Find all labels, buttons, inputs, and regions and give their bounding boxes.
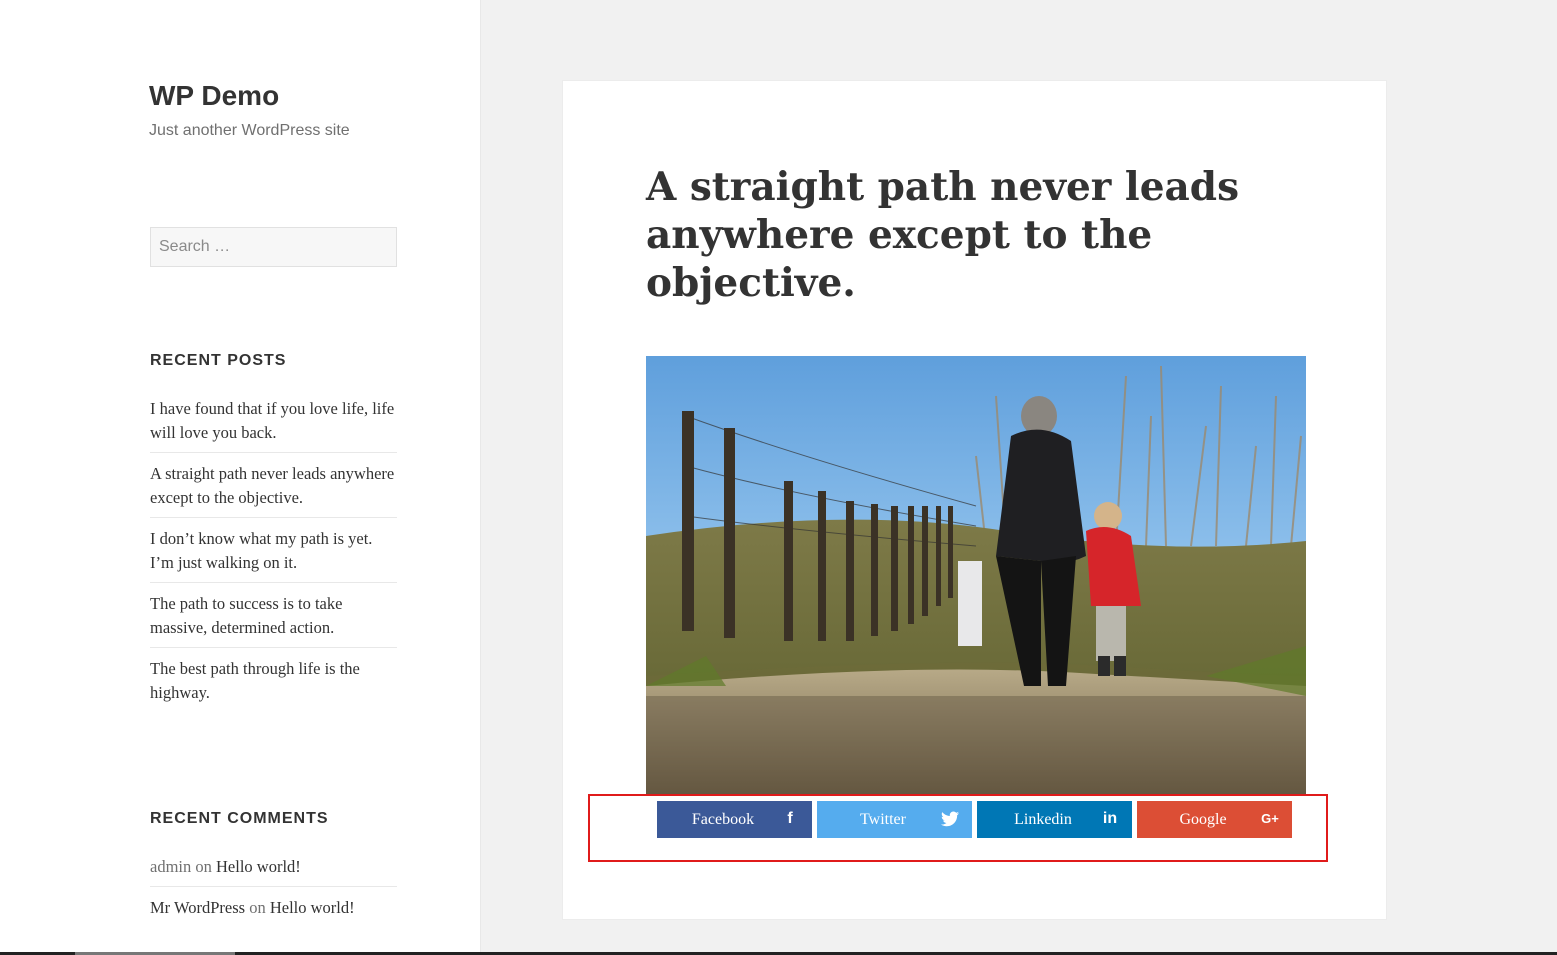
recent-posts-list: I have found that if you love life, life…	[150, 397, 397, 721]
list-item: A straight path never leads anywhere exc…	[150, 462, 397, 518]
google-share-button[interactable]: Google G+	[1137, 801, 1292, 838]
site-description: Just another WordPress site	[149, 122, 350, 139]
sidebar: WP Demo Just another WordPress site RECE…	[0, 0, 481, 955]
comment-author: Mr WordPress	[150, 898, 246, 917]
twitter-icon	[940, 809, 960, 829]
comment-post-link[interactable]: Hello world!	[270, 898, 355, 917]
comment-author: admin	[150, 857, 192, 876]
search-input[interactable]	[150, 227, 397, 267]
list-item: I don’t know what my path is yet. I’m ju…	[150, 527, 397, 583]
comment-on: on	[195, 857, 212, 876]
twitter-share-button[interactable]: Twitter	[817, 801, 972, 838]
share-label: Linkedin	[1014, 811, 1072, 828]
linkedin-icon: in	[1102, 810, 1118, 827]
google-plus-icon: G+	[1261, 811, 1279, 826]
featured-image	[646, 356, 1306, 796]
comment-post-link[interactable]: Hello world!	[216, 857, 301, 876]
share-label: Twitter	[860, 811, 906, 828]
recent-comments-title: RECENT COMMENTS	[150, 810, 329, 827]
recent-post-link[interactable]: I have found that if you love life, life…	[150, 399, 394, 442]
share-label: Google	[1179, 811, 1227, 828]
share-label: Facebook	[691, 811, 755, 828]
recent-post-link[interactable]: The best path through life is the highwa…	[150, 659, 360, 702]
recent-post-link[interactable]: A straight path never leads anywhere exc…	[150, 464, 394, 507]
entry-title: A straight path never leads anywhere exc…	[646, 164, 1240, 306]
facebook-share-button[interactable]: Facebook f	[657, 801, 812, 838]
list-item: The path to success is to take massive, …	[150, 592, 397, 648]
recent-post-link[interactable]: The path to success is to take massive, …	[150, 594, 342, 637]
linkedin-share-button[interactable]: Linkedin in	[977, 801, 1132, 838]
recent-posts-title: RECENT POSTS	[150, 352, 287, 369]
recent-comments-list: admin on Hello world! Mr WordPress on He…	[150, 855, 397, 936]
comment-on: on	[249, 898, 266, 917]
list-item: I have found that if you love life, life…	[150, 397, 397, 453]
list-item: admin on Hello world!	[150, 855, 397, 887]
list-item: The best path through life is the highwa…	[150, 657, 397, 712]
recent-post-link[interactable]: I don’t know what my path is yet. I’m ju…	[150, 529, 372, 572]
site-title[interactable]: WP Demo	[149, 80, 279, 112]
list-item: Mr WordPress on Hello world!	[150, 896, 397, 927]
facebook-icon: f	[787, 810, 793, 827]
